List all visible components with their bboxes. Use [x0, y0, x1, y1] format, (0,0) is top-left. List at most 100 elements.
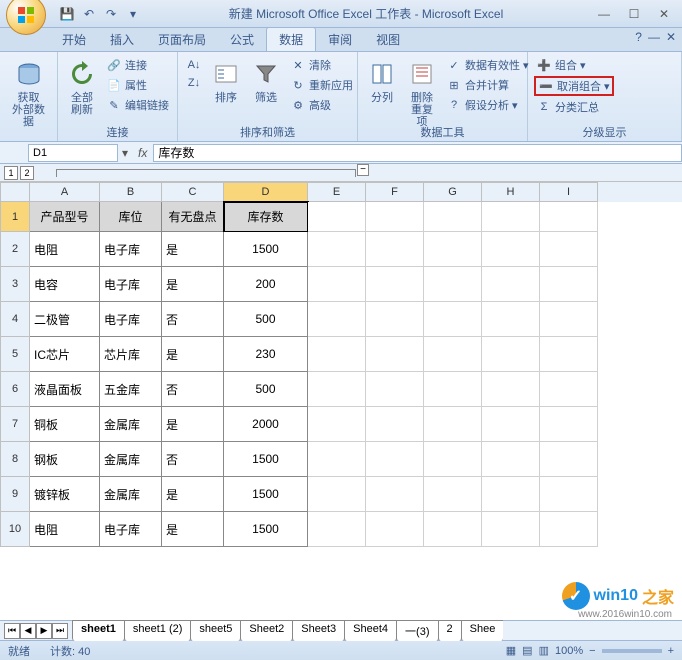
cell-F6[interactable]: [366, 372, 424, 407]
cell-A9[interactable]: 镀锌板: [30, 477, 100, 512]
cell-I7[interactable]: [540, 407, 598, 442]
ribbon-minimize-icon[interactable]: —: [648, 30, 660, 44]
cell-E8[interactable]: [308, 442, 366, 477]
tab-nav-first[interactable]: ⏮: [4, 623, 20, 639]
cell-H10[interactable]: [482, 512, 540, 547]
fx-icon[interactable]: fx: [138, 146, 147, 160]
refresh-all-button[interactable]: 全部刷新: [64, 56, 100, 118]
cell-D8[interactable]: 1500: [224, 442, 308, 477]
cell-B5[interactable]: 芯片库: [100, 337, 162, 372]
cell-A1[interactable]: 产品型号: [30, 202, 100, 232]
outline-collapse-button[interactable]: −: [357, 164, 369, 176]
cell-I9[interactable]: [540, 477, 598, 512]
cell-E3[interactable]: [308, 267, 366, 302]
cell-C9[interactable]: 是: [162, 477, 224, 512]
cell-B7[interactable]: 金属库: [100, 407, 162, 442]
cell-F4[interactable]: [366, 302, 424, 337]
cell-D10[interactable]: 1500: [224, 512, 308, 547]
sort-desc-button[interactable]: Z↓: [184, 74, 204, 92]
cell-H3[interactable]: [482, 267, 540, 302]
cell-H7[interactable]: [482, 407, 540, 442]
cell-H2[interactable]: [482, 232, 540, 267]
row-header-9[interactable]: 9: [0, 477, 30, 512]
tab-insert[interactable]: 插入: [98, 28, 146, 51]
cell-H8[interactable]: [482, 442, 540, 477]
cell-H9[interactable]: [482, 477, 540, 512]
zoom-level[interactable]: 100%: [555, 645, 583, 657]
cell-B2[interactable]: 电子库: [100, 232, 162, 267]
col-header-G[interactable]: G: [424, 182, 482, 202]
cell-D1[interactable]: 库存数: [224, 202, 308, 232]
redo-icon[interactable]: ↷: [102, 5, 120, 23]
cell-B10[interactable]: 电子库: [100, 512, 162, 547]
ribbon-close-icon[interactable]: ✕: [666, 30, 676, 44]
zoom-out-button[interactable]: −: [589, 645, 595, 657]
col-header-E[interactable]: E: [308, 182, 366, 202]
cell-F2[interactable]: [366, 232, 424, 267]
tab-data[interactable]: 数据: [266, 27, 316, 51]
reapply-button[interactable]: ↻重新应用: [288, 76, 355, 94]
undo-icon[interactable]: ↶: [80, 5, 98, 23]
cell-F9[interactable]: [366, 477, 424, 512]
name-box[interactable]: D1: [28, 144, 118, 162]
cell-D7[interactable]: 2000: [224, 407, 308, 442]
row-header-10[interactable]: 10: [0, 512, 30, 547]
zoom-slider[interactable]: [602, 649, 662, 653]
view-pagebreak-icon[interactable]: ▥: [539, 644, 549, 657]
clear-filter-button[interactable]: ✕清除: [288, 56, 355, 74]
row-header-6[interactable]: 6: [0, 372, 30, 407]
minimize-button[interactable]: —: [590, 4, 618, 24]
row-header-4[interactable]: 4: [0, 302, 30, 337]
maximize-button[interactable]: ☐: [620, 4, 648, 24]
consolidate-button[interactable]: ⊞合并计算: [444, 76, 531, 94]
cell-B3[interactable]: 电子库: [100, 267, 162, 302]
cell-H4[interactable]: [482, 302, 540, 337]
group-button[interactable]: ➕组合 ▾: [534, 56, 614, 74]
cell-A5[interactable]: IC芯片: [30, 337, 100, 372]
cell-E9[interactable]: [308, 477, 366, 512]
cell-D3[interactable]: 200: [224, 267, 308, 302]
cell-D2[interactable]: 1500: [224, 232, 308, 267]
name-box-dropdown-icon[interactable]: ▾: [118, 146, 132, 160]
col-header-D[interactable]: D: [224, 182, 308, 202]
sheet-tab-6[interactable]: 一(3): [396, 620, 438, 641]
sheet-tab-4[interactable]: Sheet3: [292, 620, 345, 641]
cell-F1[interactable]: [366, 202, 424, 232]
cell-H6[interactable]: [482, 372, 540, 407]
remove-duplicates-button[interactable]: 删除 重复项: [404, 56, 440, 130]
tab-formulas[interactable]: 公式: [218, 28, 266, 51]
sheet-tab-3[interactable]: Sheet2: [240, 620, 293, 641]
cell-E2[interactable]: [308, 232, 366, 267]
col-header-C[interactable]: C: [162, 182, 224, 202]
tab-review[interactable]: 审阅: [316, 28, 364, 51]
cell-D6[interactable]: 500: [224, 372, 308, 407]
tab-home[interactable]: 开始: [50, 28, 98, 51]
cell-G9[interactable]: [424, 477, 482, 512]
row-header-2[interactable]: 2: [0, 232, 30, 267]
cell-grid[interactable]: 产品型号库位有无盘点库存数电阻电子库是1500电容电子库是200二极管电子库否5…: [30, 202, 598, 620]
cell-F5[interactable]: [366, 337, 424, 372]
row-header-3[interactable]: 3: [0, 267, 30, 302]
col-header-F[interactable]: F: [366, 182, 424, 202]
cell-C2[interactable]: 是: [162, 232, 224, 267]
cell-A3[interactable]: 电容: [30, 267, 100, 302]
col-header-A[interactable]: A: [30, 182, 100, 202]
cell-B1[interactable]: 库位: [100, 202, 162, 232]
cell-C5[interactable]: 是: [162, 337, 224, 372]
cell-C1[interactable]: 有无盘点: [162, 202, 224, 232]
cell-G4[interactable]: [424, 302, 482, 337]
cell-A2[interactable]: 电阻: [30, 232, 100, 267]
sheet-tab-1[interactable]: sheet1 (2): [124, 620, 192, 641]
sort-asc-button[interactable]: A↓: [184, 56, 204, 74]
ungroup-button[interactable]: ➖取消组合 ▾: [534, 76, 614, 96]
outline-level-2[interactable]: 2: [20, 166, 34, 180]
cell-I6[interactable]: [540, 372, 598, 407]
cell-A7[interactable]: 铜板: [30, 407, 100, 442]
row-header-1[interactable]: 1: [0, 202, 30, 232]
cell-C4[interactable]: 否: [162, 302, 224, 337]
cell-C6[interactable]: 否: [162, 372, 224, 407]
select-all-corner[interactable]: [0, 182, 30, 202]
outline-level-1[interactable]: 1: [4, 166, 18, 180]
close-button[interactable]: ✕: [650, 4, 678, 24]
cell-I5[interactable]: [540, 337, 598, 372]
